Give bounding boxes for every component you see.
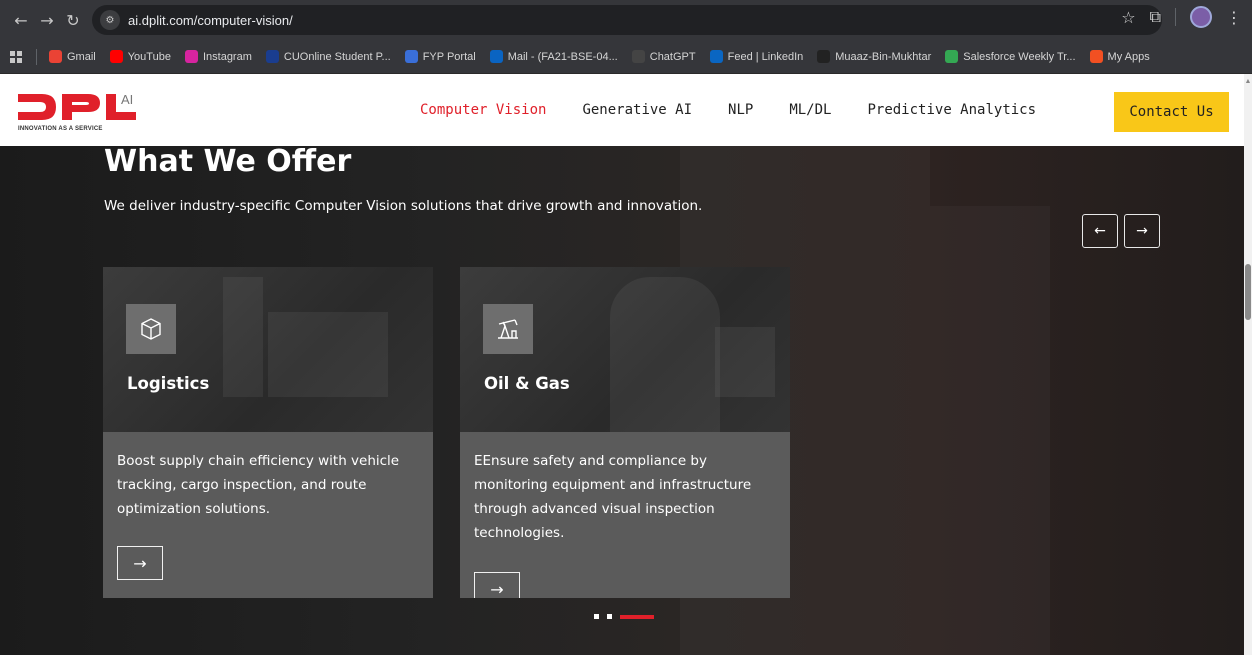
reload-icon[interactable]: ↻ [60,7,86,33]
pagination-dot[interactable] [607,614,612,619]
site-settings-icon[interactable]: ⚙ [100,10,120,30]
carousel-next-button[interactable]: → [1124,214,1160,248]
bookmark-item[interactable]: CUOnline Student P... [265,50,391,63]
bookmark-item[interactable]: Feed | LinkedIn [709,50,804,63]
industry-card-logistics[interactable]: Logistics Boost supply chain efficiency … [103,267,433,598]
bookmark-favicon-icon [631,50,645,63]
carousel-prev-button[interactable]: ← [1082,214,1118,248]
bookmark-label: YouTube [127,50,171,63]
nav-item[interactable]: NLP [728,102,753,118]
bookmark-favicon-icon [404,50,418,63]
bookmark-label: Salesforce Weekly Tr... [963,50,1076,63]
bookmark-item[interactable]: Salesforce Weekly Tr... [945,50,1076,63]
card-icon-container [483,304,533,354]
card-arrow-button[interactable]: → [474,572,520,598]
bookmark-item[interactable]: Instagram [184,50,252,63]
scroll-up-icon[interactable]: ▲ [1244,78,1252,86]
pagination-dot[interactable] [620,614,654,619]
card-arrow-button[interactable]: → [117,546,163,580]
engineer-silhouette [610,277,720,432]
bookmark-label: Feed | LinkedIn [727,50,804,63]
oil-pump-icon [498,319,518,339]
card-description: Boost supply chain efficiency with vehic… [117,453,400,517]
card-description: EEnsure safety and compliance by monitor… [474,453,752,541]
profile-avatar[interactable] [1190,6,1212,28]
bookmark-item[interactable]: My Apps [1089,50,1150,63]
bookmark-item[interactable]: Gmail [49,50,96,63]
scroll-thumb[interactable] [1245,264,1251,320]
nav-item[interactable]: Generative AI [582,102,692,118]
truck-silhouette [268,312,388,397]
bookmarks-separator [36,48,37,65]
main-nav: Computer Vision Generative AI NLP ML/DL Pred… [420,102,1072,118]
pagination-dot[interactable] [594,614,599,619]
bookmark-label: Mail - (FA21-BSE-04... [507,50,618,63]
back-icon[interactable]: ← [8,7,34,33]
section-subtitle: We deliver industry-specific Computer Vi… [104,198,703,214]
browser-toolbar: ← → ↻ ⚙ ai.dplit.com/computer-vision/ ☆ … [0,0,1252,40]
bookmark-label: FYP Portal [422,50,476,63]
bookmark-favicon-icon [709,50,723,63]
dpl-logo-mark [18,94,136,120]
contact-us-button[interactable]: Contact Us [1114,92,1229,132]
what-we-offer-section: What We Offer We deliver industry-specif… [0,146,1244,655]
box-icon [141,318,161,340]
section-title: What We Offer [104,146,352,179]
bookmark-favicon-icon [489,50,503,63]
extensions-icon[interactable]: ⧉ [1150,7,1161,27]
bookmark-favicon-icon [109,50,123,63]
forward-icon[interactable]: → [34,7,60,33]
nav-item[interactable]: Computer Vision [420,102,546,118]
bookmark-item[interactable]: Mail - (FA21-BSE-04... [489,50,618,63]
card-title: Logistics [127,374,210,393]
bookmark-favicon-icon [265,50,279,63]
bookmark-item[interactable]: ChatGPT [631,50,696,63]
industry-card-oil-gas[interactable]: Oil & Gas EEnsure safety and compliance … [460,267,790,598]
logo-tagline: INNOVATION AS A SERVICE [18,126,103,132]
bookmark-label: My Apps [1107,50,1150,63]
page-scrollbar[interactable]: ▲ [1244,74,1252,655]
bookmark-favicon-icon [184,50,198,63]
card-title: Oil & Gas [484,374,570,393]
bookmark-list: Gmail YouTube Instagram CUOnline Student P.… [49,50,1164,63]
bookmark-item[interactable]: YouTube [109,50,171,63]
dpl-logo[interactable]: AI INNOVATION AS A SERVICE [16,90,166,136]
card-icon-container [126,304,176,354]
bookmark-label: Instagram [202,50,252,63]
address-bar[interactable]: ⚙ ai.dplit.com/computer-vision/ [92,5,1162,35]
site-header: AI INNOVATION AS A SERVICE Computer Visi… [0,74,1252,146]
apps-grid-icon[interactable] [10,50,22,63]
bookmark-label: Gmail [67,50,96,63]
bookmark-favicon-icon [817,50,831,63]
hud-panel [715,327,775,397]
nav-item[interactable]: ML/DL [789,102,831,118]
bookmark-label: CUOnline Student P... [283,50,391,63]
bookmark-item[interactable]: FYP Portal [404,50,476,63]
toolbar-separator [1175,8,1176,26]
bookmark-favicon-icon [49,50,62,63]
bookmarks-bar: Gmail YouTube Instagram CUOnline Student P.… [0,40,1252,74]
bookmark-favicon-icon [945,50,959,63]
bookmark-star-icon[interactable]: ☆ [1121,8,1135,27]
hero-bg-panel [930,206,1050,655]
bookmark-label: ChatGPT [649,50,696,63]
carousel-pagination [594,614,654,619]
menu-kebab-icon[interactable]: ⋮ [1226,8,1242,27]
url-text: ai.dplit.com/computer-vision/ [128,12,293,28]
browser-right-tools: ☆ ⧉ ⋮ [1121,6,1242,28]
nav-item[interactable]: Predictive Analytics [867,102,1036,118]
person-silhouette [223,277,263,397]
bookmark-favicon-icon [1089,50,1103,63]
logo-ai-text: AI [121,92,134,107]
bookmark-item[interactable]: Muaaz-Bin-Mukhtar [817,50,931,63]
bookmark-label: Muaaz-Bin-Mukhtar [835,50,932,63]
